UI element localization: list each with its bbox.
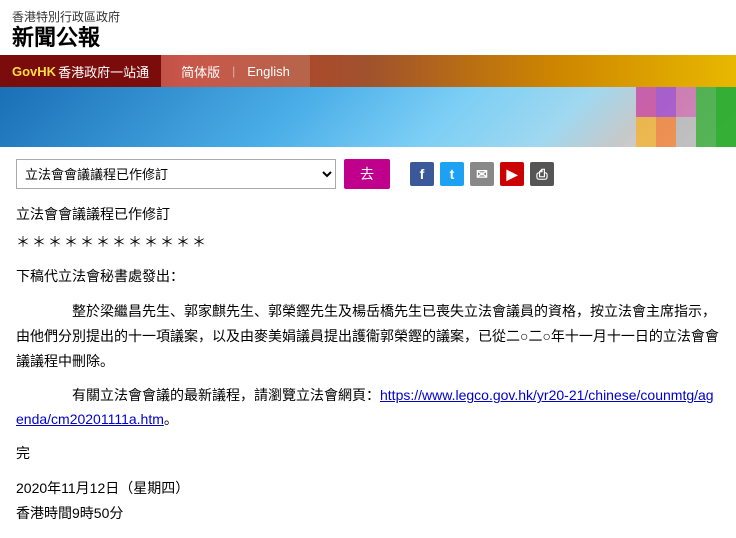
article-stars: ＊＊＊＊＊＊＊＊＊＊＊＊ (16, 231, 720, 255)
email-icon[interactable]: ✉ (470, 162, 494, 186)
article-body-1: 整於梁繼昌先生、郭家麒先生、郭榮鏗先生及楊岳橋先生已喪失立法會議員的資格，按立法… (16, 299, 720, 375)
simplified-chinese-link[interactable]: 简体版 (169, 55, 232, 87)
site-title: 新聞公報 (12, 25, 724, 51)
search-bar: 立法會會議議程已作修訂 去 f t ✉ ▶ ⎙ (16, 159, 720, 189)
banner-decoration (636, 87, 736, 147)
article-end: 完 (16, 442, 720, 466)
govhk-label: GovHK (12, 64, 56, 79)
facebook-icon[interactable]: f (410, 162, 434, 186)
article-select[interactable]: 立法會會議議程已作修訂 (16, 159, 336, 189)
english-link[interactable]: English (235, 55, 302, 87)
banner (0, 87, 736, 147)
article-body-2-text: 有關立法會會議的最新議程，請瀏覽立法會網頁： (44, 387, 380, 403)
youtube-icon[interactable]: ▶ (500, 162, 524, 186)
social-icons: f t ✉ ▶ ⎙ (410, 162, 554, 186)
link-suffix: 。 (164, 411, 178, 427)
article-date: 2020年11月12日（星期四） (16, 476, 720, 501)
article-time: 香港時間9時50分 (16, 501, 720, 526)
go-button[interactable]: 去 (344, 159, 390, 189)
twitter-icon[interactable]: t (440, 162, 464, 186)
article-subtitle: 下稿代立法會秘書處發出： (16, 265, 720, 289)
portal-label: 香港政府一站通 (58, 62, 149, 81)
govhk-portal-button[interactable]: GovHK 香港政府一站通 (0, 55, 161, 87)
article-title: 立法會會議議程已作修訂 (16, 203, 720, 227)
header: 香港特別行政區政府 新聞公報 (0, 0, 736, 55)
article-body-2: 有關立法會會議的最新議程，請瀏覽立法會網頁：https://www.legco.… (16, 384, 720, 432)
print-icon[interactable]: ⎙ (530, 162, 554, 186)
article: 立法會會議議程已作修訂 ＊＊＊＊＊＊＊＊＊＊＊＊ 下稿代立法會秘書處發出： 整於… (16, 203, 720, 526)
nav-links: 简体版 | English (161, 55, 310, 87)
content: 立法會會議議程已作修訂 去 f t ✉ ▶ ⎙ 立法會會議議程已作修訂 ＊＊＊＊… (0, 147, 736, 538)
navbar: GovHK 香港政府一站通 简体版 | English (0, 55, 736, 87)
gov-name: 香港特別行政區政府 (12, 8, 724, 25)
